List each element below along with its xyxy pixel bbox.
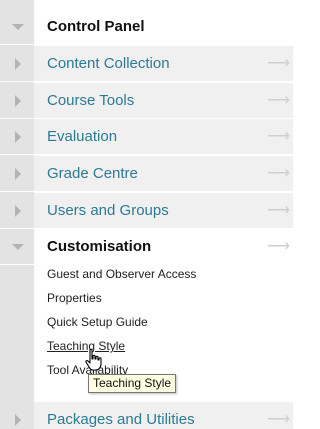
- expand-triangle-icon[interactable]: [12, 244, 24, 250]
- tooltip: Teaching Style: [88, 374, 177, 393]
- arrow-right-icon[interactable]: ⟶: [267, 165, 290, 183]
- menu-item-packages-and-utilities[interactable]: Packages and Utilities ⟶: [0, 402, 293, 429]
- collapse-triangle-icon[interactable]: [15, 168, 21, 180]
- menu-item-grade-centre[interactable]: Grade Centre ⟶: [0, 156, 293, 192]
- menu-item-evaluation[interactable]: Evaluation ⟶: [0, 119, 293, 155]
- collapse-triangle-icon[interactable]: [15, 95, 21, 107]
- menu-item-label[interactable]: Customisation: [47, 229, 151, 265]
- control-panel-title: Control Panel: [47, 18, 145, 35]
- collapse-triangle-icon[interactable]: [15, 205, 21, 217]
- menu-item-users-and-groups[interactable]: Users and Groups ⟶: [0, 193, 293, 229]
- expand-triangle-icon[interactable]: [12, 24, 24, 30]
- collapse-triangle-icon[interactable]: [15, 131, 21, 143]
- sub-item-properties[interactable]: Properties: [47, 290, 102, 306]
- menu-item-label[interactable]: Content Collection: [47, 46, 170, 82]
- menu-item-label[interactable]: Course Tools: [47, 83, 134, 119]
- menu-item-label[interactable]: Packages and Utilities: [47, 402, 195, 429]
- arrow-right-icon[interactable]: ⟶: [267, 202, 290, 220]
- menu-item-label[interactable]: Grade Centre: [47, 156, 138, 192]
- sub-item-quick-setup-guide[interactable]: Quick Setup Guide: [47, 314, 148, 330]
- menu-item-label[interactable]: Users and Groups: [47, 193, 169, 229]
- sub-item-guest-observer-access[interactable]: Guest and Observer Access: [47, 266, 196, 282]
- arrow-right-icon[interactable]: ⟶: [267, 411, 290, 429]
- control-panel: Control Panel Content Collection ⟶ Cours…: [0, 0, 293, 429]
- arrow-right-icon[interactable]: ⟶: [267, 238, 290, 256]
- hand-cursor-icon: [85, 348, 102, 371]
- arrow-right-icon[interactable]: ⟶: [267, 128, 290, 146]
- collapse-triangle-icon[interactable]: [15, 414, 21, 426]
- control-panel-header[interactable]: Control Panel: [0, 9, 293, 45]
- menu-item-content-collection[interactable]: Content Collection ⟶: [0, 46, 293, 82]
- menu-item-label[interactable]: Evaluation: [47, 119, 117, 155]
- menu-item-course-tools[interactable]: Course Tools ⟶: [0, 83, 293, 119]
- menu-item-customisation[interactable]: Customisation ⟶: [0, 229, 293, 265]
- collapse-triangle-icon[interactable]: [15, 58, 21, 70]
- arrow-right-icon[interactable]: ⟶: [267, 55, 290, 73]
- arrow-right-icon[interactable]: ⟶: [267, 92, 290, 110]
